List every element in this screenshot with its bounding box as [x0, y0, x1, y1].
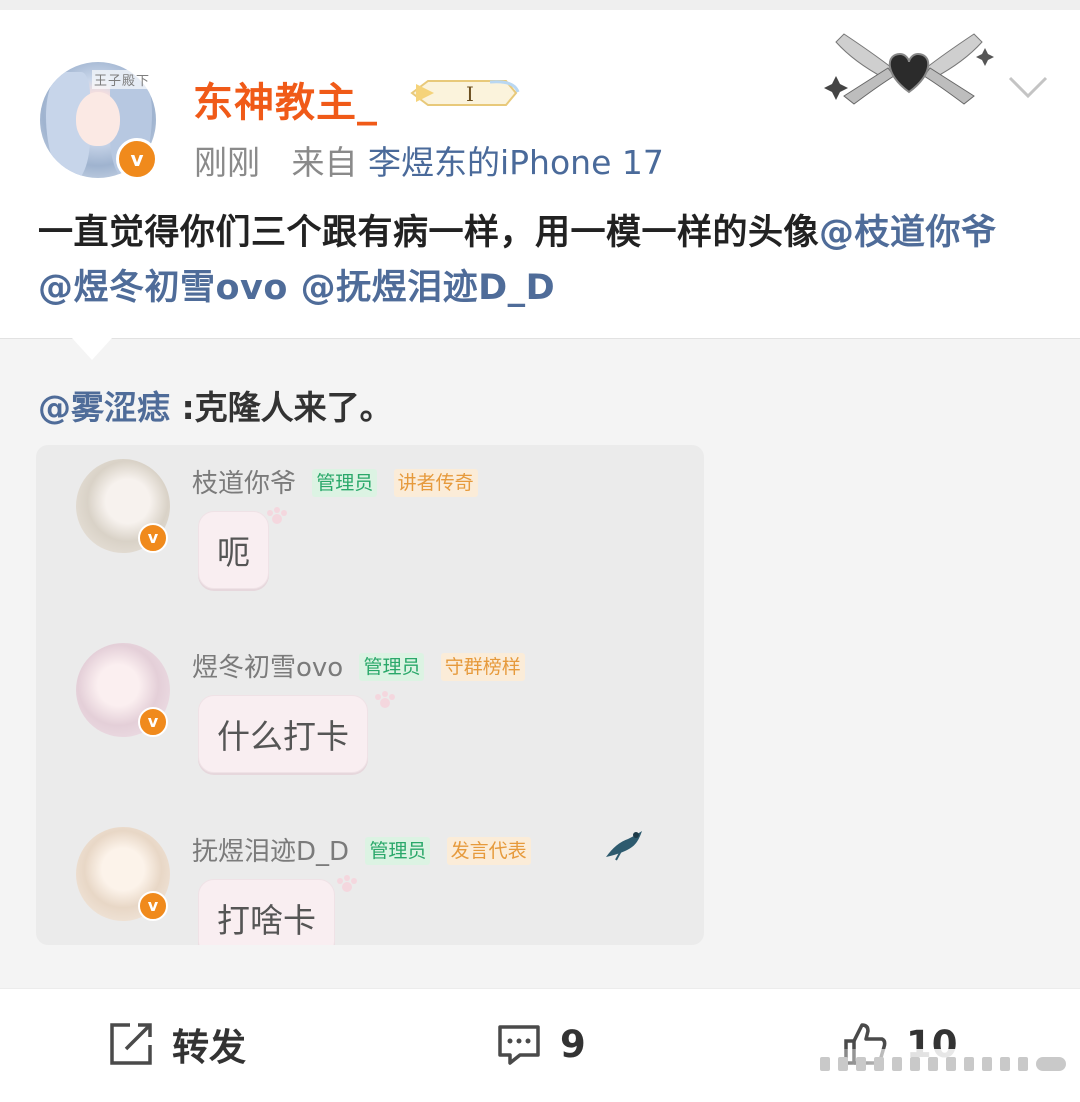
avatar-watermark: 王子殿下 [92, 70, 153, 89]
title-tag: 发言代表 [446, 837, 531, 865]
repost-caret [72, 338, 112, 360]
mention-link[interactable]: @抚煜泪迹D_D [301, 268, 556, 308]
share-icon [110, 1023, 152, 1065]
comment-count: 9 [560, 1022, 586, 1066]
source-prefix: 来自 [291, 143, 358, 182]
repost-button[interactable]: 转发 [108, 1019, 246, 1069]
post-time: 刚刚 [194, 143, 260, 182]
title-tag: 守群榜样 [440, 653, 525, 681]
bird-icon [606, 831, 642, 861]
chat-username: 抚煜泪迹D_D [192, 837, 350, 867]
paw-icon [267, 507, 287, 524]
comment-button[interactable]: 9 [496, 1019, 586, 1069]
chat-bubble: 什么打卡 [198, 695, 368, 773]
repost-text: @雾涩痣 :克隆人来了。 [38, 381, 393, 429]
repost-label: 转发 [172, 1026, 246, 1069]
chat-bubble: 打啥卡 [198, 879, 335, 945]
chat-username: 枝道你爷 [192, 469, 297, 499]
chevron-down-icon[interactable] [1006, 72, 1050, 102]
action-bar: 转发 9 10 [0, 988, 1080, 1102]
verified-icon: v [138, 523, 168, 553]
level-badge-icon: I [410, 80, 520, 106]
comment-icon [498, 1025, 540, 1065]
post-body: 一直觉得你们三个跟有病一样，用一模一样的头像 [38, 213, 820, 253]
verified-icon: v [138, 707, 168, 737]
post-text: 一直觉得你们三个跟有病一样，用一模一样的头像@枝道你爷 @煜冬初雪ovo @抚煜… [38, 206, 1038, 316]
top-divider [0, 0, 1080, 10]
post-username[interactable]: 东神教主_ [193, 70, 378, 128]
admin-tag: 管理员 [365, 837, 431, 865]
mention-link[interactable]: @煜冬初雪ovo [38, 268, 288, 308]
watermark-dots [820, 1057, 1066, 1071]
post-source[interactable]: 李煜东的iPhone 17 [368, 143, 664, 182]
admin-tag: 管理员 [312, 469, 378, 497]
chat-username: 煜冬初雪ovo [192, 653, 344, 683]
paw-icon [337, 875, 357, 892]
heart-wings-decoration [824, 33, 994, 105]
repost-body: :克隆人来了。 [170, 388, 393, 427]
svg-text:I: I [466, 82, 474, 106]
chat-name-row: 煜冬初雪ovo 管理员 守群榜样 [192, 647, 525, 684]
mention-link[interactable]: @枝道你爷 [819, 213, 997, 253]
chat-name-row: 抚煜泪迹D_D 管理员 发言代表 [192, 831, 531, 868]
chat-bubble: 呃 [198, 511, 269, 589]
weibo-post: 王子殿下 v 东神教主_ I 刚刚 来自 李煜东的iPhone 17 一直觉得你… [0, 10, 1080, 338]
verified-icon: v [116, 138, 158, 180]
post-meta: 刚刚 来自 李煜东的iPhone 17 [194, 136, 664, 184]
repost-image[interactable]: v 枝道你爷 管理员 讲者传奇 呃 v 煜冬初雪ovo 管理员 守群榜样 什么打… [36, 445, 704, 945]
verified-icon: v [138, 891, 168, 921]
chat-name-row: 枝道你爷 管理员 讲者传奇 [192, 463, 478, 500]
title-tag: 讲者传奇 [393, 469, 478, 497]
repost-author[interactable]: @雾涩痣 [38, 388, 170, 427]
admin-tag: 管理员 [359, 653, 425, 681]
paw-icon [375, 691, 395, 708]
repost-section: @雾涩痣 :克隆人来了。 v 枝道你爷 管理员 讲者传奇 呃 v 煜冬初雪ovo… [0, 338, 1080, 989]
